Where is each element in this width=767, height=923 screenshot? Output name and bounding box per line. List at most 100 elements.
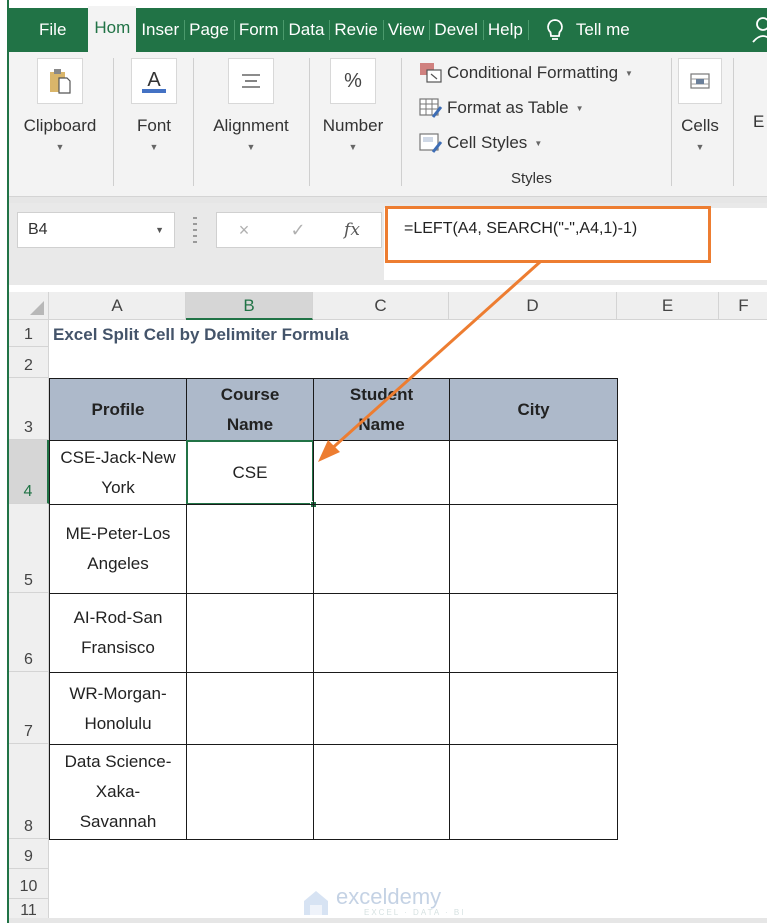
table-cell-city[interactable] <box>449 593 618 673</box>
table-header-label: Profile <box>91 399 145 419</box>
chevron-down-icon: ▼ <box>695 142 705 152</box>
window-left-edge <box>0 0 9 923</box>
row-header-4[interactable]: 4 <box>9 440 49 504</box>
format-as-table-button[interactable]: Format as Table ▼ <box>419 97 584 119</box>
select-all-corner[interactable] <box>9 292 49 320</box>
chevron-down-icon[interactable]: ▼ <box>155 213 164 247</box>
table-cell-city[interactable] <box>449 744 618 840</box>
chevron-down-icon: ▼ <box>149 142 159 152</box>
watermark-brand: exceldemy <box>336 884 442 909</box>
row-header-8[interactable]: 8 <box>9 744 49 839</box>
clipboard-label: Clipboard <box>23 116 97 135</box>
row-header-6[interactable]: 6 <box>9 593 49 672</box>
cancel-icon[interactable]: × <box>217 220 271 241</box>
column-header-a[interactable]: A <box>49 292 186 320</box>
clipboard-group[interactable]: Clipboard ▼ <box>17 52 103 192</box>
column-header-e[interactable]: E <box>617 292 719 320</box>
tab-page-layout[interactable]: Page <box>184 8 234 52</box>
table-cell-course-name[interactable]: CSE <box>186 440 314 505</box>
row-header-10[interactable]: 10 <box>9 869 49 899</box>
table-cell-student-name[interactable] <box>313 744 450 840</box>
table-cell-city[interactable] <box>449 504 618 594</box>
cells-group[interactable]: Cells ▼ <box>677 52 723 192</box>
worksheet-grid: Excel Split Cell by Delimiter Formula AB… <box>9 285 767 923</box>
styles-group: Conditional Formatting ▼ Format as Table… <box>411 52 671 192</box>
tab-formulas[interactable]: Form <box>233 8 284 52</box>
insert-function-icon[interactable]: fx <box>325 220 379 240</box>
table-cell-course-name[interactable] <box>186 504 314 594</box>
row-header-9[interactable]: 9 <box>9 839 49 869</box>
table-cell-profile[interactable]: AI-Rod-San Fransisco <box>49 593 187 673</box>
watermark: exceldemy EXCEL · DATA · BI <box>302 884 465 917</box>
number-group[interactable]: % Number ▼ <box>315 52 391 192</box>
table-cell-student-name[interactable] <box>313 440 450 505</box>
tab-file[interactable]: File <box>9 8 88 52</box>
ribbon-home-panel: Clipboard ▼ A Font ▼ Alignment ▼ % Numbe… <box>9 52 767 197</box>
table-cell-student-name[interactable] <box>313 593 450 673</box>
row-header-1[interactable]: 1 <box>9 320 49 347</box>
row-header-3[interactable]: 3 <box>9 378 49 440</box>
table-cell-profile[interactable]: ME-Peter-Los Angeles <box>49 504 187 594</box>
cells-button[interactable] <box>678 58 722 104</box>
tab-data[interactable]: Data <box>283 8 329 52</box>
grid-bottom-edge <box>9 918 767 923</box>
chevron-down-icon: ▼ <box>246 142 256 152</box>
row-header-2[interactable]: 2 <box>9 347 49 378</box>
name-box[interactable]: B4 ▼ <box>17 212 175 248</box>
cell-a1-title[interactable]: Excel Split Cell by Delimiter Formula <box>53 325 349 345</box>
chevron-down-icon: ▼ <box>575 103 584 113</box>
number-button[interactable]: % <box>330 58 376 104</box>
row-header-5[interactable]: 5 <box>9 504 49 593</box>
tell-me-search[interactable]: Tell me <box>527 8 635 52</box>
group-divider <box>733 58 734 186</box>
table-header-student-name[interactable]: Student Name <box>313 378 450 441</box>
column-header-c[interactable]: C <box>313 292 449 320</box>
table-cell-profile[interactable]: Data Science- Xaka- Savannah <box>49 744 187 840</box>
tab-developer[interactable]: Devel <box>429 8 482 52</box>
column-header-f[interactable]: F <box>719 292 767 320</box>
table-cell-course-name[interactable] <box>186 744 314 840</box>
table-cell-course-name[interactable] <box>186 593 314 673</box>
cell-value: WR-Morgan- Honolulu <box>69 683 167 733</box>
table-header-label: City <box>517 399 550 419</box>
table-cell-city[interactable] <box>449 672 618 745</box>
tab-view[interactable]: View <box>382 8 430 52</box>
column-header-d[interactable]: D <box>449 292 617 320</box>
row-header-7[interactable]: 7 <box>9 672 49 744</box>
alignment-button[interactable] <box>228 58 274 104</box>
formula-callout-box: =LEFT(A4, SEARCH("-",A4,1)-1) <box>385 206 711 263</box>
cell-styles-button[interactable]: Cell Styles ▼ <box>419 132 542 154</box>
table-header-profile[interactable]: Profile <box>49 378 187 441</box>
group-divider <box>401 58 402 186</box>
tab-insert[interactable]: Inser <box>136 8 184 52</box>
table-cell-profile[interactable]: CSE-Jack-New York <box>49 440 187 505</box>
tab-home[interactable]: Hom <box>88 6 137 52</box>
tab-review[interactable]: Revie <box>329 8 382 52</box>
conditional-formatting-button[interactable]: Conditional Formatting ▼ <box>419 62 633 84</box>
clipboard-button[interactable] <box>37 58 83 104</box>
formula-text[interactable]: =LEFT(A4, SEARCH("-",A4,1)-1) <box>404 220 637 238</box>
table-cell-city[interactable] <box>449 440 618 505</box>
table-cell-profile[interactable]: WR-Morgan- Honolulu <box>49 672 187 745</box>
column-header-b[interactable]: B <box>186 292 313 320</box>
formula-bar-resize-handle[interactable] <box>193 217 197 243</box>
chevron-down-icon: ▼ <box>625 68 633 78</box>
enter-icon[interactable]: ✓ <box>271 220 325 241</box>
table-cell-student-name[interactable] <box>313 504 450 594</box>
table-header-city[interactable]: City <box>449 378 618 441</box>
tab-help[interactable]: Help <box>482 8 528 52</box>
alignment-group[interactable]: Alignment ▼ <box>201 52 301 192</box>
cell-styles-label: Cell Styles <box>447 133 528 152</box>
table-cell-course-name[interactable] <box>186 672 314 745</box>
format-as-table-icon <box>419 98 443 118</box>
font-group[interactable]: A Font ▼ <box>123 52 185 192</box>
table-header-label: Course Name <box>220 384 280 434</box>
editing-group-label[interactable]: E <box>753 112 764 132</box>
table-header-course-name[interactable]: Course Name <box>186 378 314 441</box>
cell-value: ME-Peter-Los Angeles <box>65 524 171 573</box>
lightbulb-icon <box>547 19 563 40</box>
cells-label: Cells <box>681 116 719 135</box>
share-person-icon[interactable] <box>751 8 767 52</box>
font-button[interactable]: A <box>131 58 177 104</box>
table-cell-student-name[interactable] <box>313 672 450 745</box>
